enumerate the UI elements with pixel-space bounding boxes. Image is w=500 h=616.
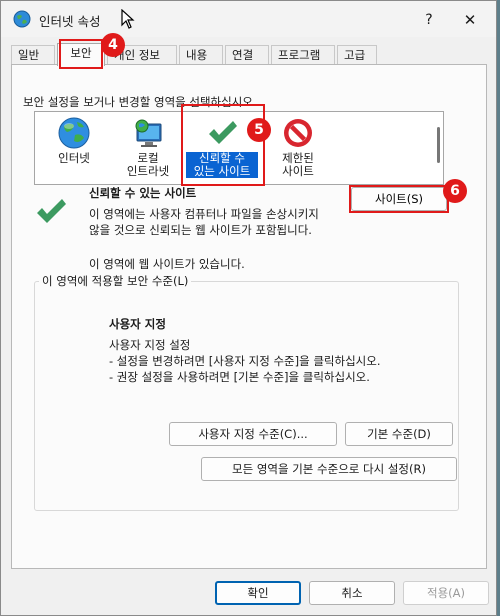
cancel-button[interactable]: 취소 [309, 581, 395, 605]
security-level-line: 사용자 지정 설정 [109, 338, 191, 352]
security-level-description: 사용자 지정 설정 - 설정을 변경하려면 [사용자 지정 수준]을 클릭하십시… [109, 337, 380, 385]
globe-icon [58, 117, 90, 149]
monitor-globe-icon [135, 119, 162, 147]
close-button[interactable]: ✕ [457, 9, 483, 31]
window-title: 인터넷 속성 [39, 14, 101, 29]
apply-button[interactable]: 적용(A) [403, 581, 489, 605]
selected-zone-note: 이 영역에 웹 사이트가 있습니다. [89, 257, 245, 271]
security-level-title: 사용자 지정 [109, 317, 166, 331]
step-badge-4: 4 [101, 33, 125, 57]
zone-local-intranet[interactable]: 로컬 인트라넷 [113, 112, 183, 178]
custom-level-button[interactable]: 사용자 지정 수준(C)... [169, 422, 337, 446]
ok-button[interactable]: 확인 [215, 581, 301, 605]
reset-all-zones-button[interactable]: 모든 영역을 기본 수준으로 다시 설정(R) [201, 457, 457, 481]
internet-options-window: 인터넷 속성 ? ✕ 일반 보안 개인 정보 내용 연결 프로그램 고급 보안 … [0, 0, 497, 616]
selected-zone-name: 신뢰할 수 있는 사이트 [89, 186, 197, 200]
zone-label: 제한된 사이트 [282, 151, 314, 178]
zone-highlight-box [181, 104, 265, 186]
internet-options-icon [13, 10, 31, 28]
zone-label: 로컬 인트라넷 [126, 151, 170, 178]
sites-highlight-box [349, 185, 449, 213]
title-bar: 인터넷 속성 ? ✕ [1, 1, 496, 37]
tab-highlight-box [59, 39, 103, 69]
tab-programs[interactable]: 프로그램 [271, 45, 335, 65]
tab-general[interactable]: 일반 [11, 45, 55, 65]
tab-advanced[interactable]: 고급 [337, 45, 377, 65]
tab-content[interactable]: 내용 [179, 45, 223, 65]
trusted-sites-checkmark-icon [37, 199, 66, 223]
zone-label: 인터넷 [58, 151, 90, 165]
security-level-legend: 이 영역에 적용할 보안 수준(L) [39, 273, 192, 289]
tab-connections[interactable]: 연결 [225, 45, 269, 65]
security-level-line: - 설정을 변경하려면 [사용자 지정 수준]을 클릭하십시오. [109, 354, 381, 368]
zone-restricted-sites[interactable]: 제한된 사이트 [263, 112, 333, 178]
default-level-button[interactable]: 기본 수준(D) [345, 422, 453, 446]
help-button[interactable]: ? [417, 9, 441, 31]
mouse-cursor-icon [121, 9, 135, 29]
selected-zone-description: 이 영역에는 사용자 컴퓨터나 파일을 손상시키지 않을 것으로 신뢰되는 웹 … [89, 207, 319, 237]
zone-scrollbar-thumb[interactable] [437, 127, 440, 163]
restricted-icon [284, 119, 312, 147]
zone-internet[interactable]: 인터넷 [39, 112, 109, 165]
step-badge-5: 5 [247, 118, 271, 142]
security-level-line: - 권장 설정을 사용하려면 [기본 수준]을 클릭하십시오. [109, 370, 370, 384]
step-badge-6: 6 [443, 179, 467, 203]
